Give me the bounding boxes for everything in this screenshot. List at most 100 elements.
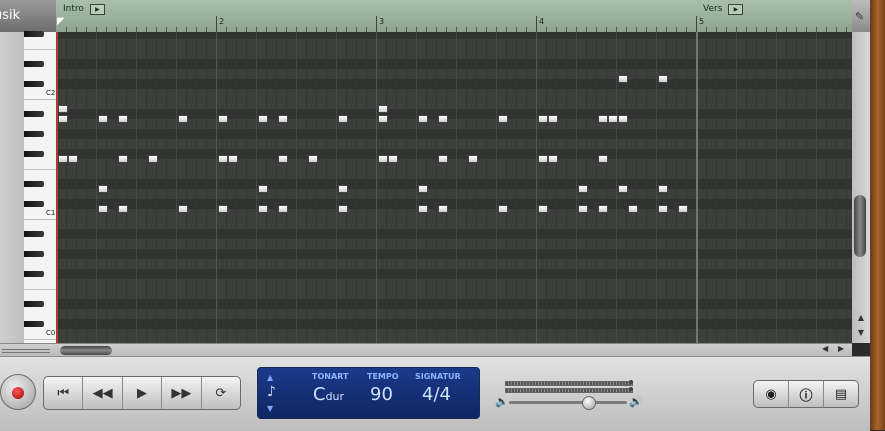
ruler-corner[interactable]: ✎ [852,0,870,32]
media-browser-button[interactable]: ▤ [824,381,858,407]
midi-note[interactable] [658,185,668,193]
midi-note[interactable] [628,205,638,213]
midi-note[interactable] [598,115,608,123]
midi-note[interactable] [578,185,588,193]
black-key[interactable] [24,301,44,307]
midi-note[interactable] [438,115,448,123]
midi-note[interactable] [438,155,448,163]
midi-note[interactable] [438,205,448,213]
black-key[interactable] [24,111,44,117]
midi-note[interactable] [218,205,228,213]
midi-note[interactable] [498,115,508,123]
fast-forward-button[interactable]: ▶▶ [162,377,202,409]
loop-browser-button[interactable]: ◉ [754,381,789,407]
midi-note[interactable] [498,205,508,213]
black-key[interactable] [24,231,44,237]
vertical-scroll-thumb[interactable] [854,195,866,257]
play-icon[interactable]: ▶ [89,3,105,15]
midi-note[interactable] [678,205,688,213]
midi-note[interactable] [618,185,628,193]
midi-note[interactable] [378,115,388,123]
master-volume-slider[interactable] [509,401,627,404]
midi-note[interactable] [538,205,548,213]
lcd-mode-arrows-icon[interactable]: ▲ [267,373,273,382]
section-vers[interactable]: Vers ▶ [703,3,744,15]
midi-note[interactable] [218,155,228,163]
midi-note[interactable] [58,155,68,163]
midi-note[interactable] [258,205,268,213]
midi-note[interactable] [148,155,158,163]
midi-note[interactable] [538,155,548,163]
play-icon[interactable]: ▶ [728,3,744,15]
black-key[interactable] [24,271,44,277]
skip-to-start-button[interactable]: ⏮ [44,377,84,409]
scroll-up-icon[interactable]: ▲ [855,313,867,323]
black-key[interactable] [24,151,44,157]
black-key[interactable] [24,131,44,137]
midi-note[interactable] [118,115,128,123]
midi-note[interactable] [618,75,628,83]
midi-note[interactable] [378,105,388,113]
midi-note[interactable] [68,155,78,163]
midi-note[interactable] [388,155,398,163]
record-button[interactable] [0,374,36,410]
black-key[interactable] [24,81,44,87]
master-volume-knob[interactable] [582,396,596,410]
rewind-button[interactable]: ◀◀ [83,377,123,409]
midi-note[interactable] [98,185,108,193]
scroll-left-icon[interactable]: ◀ [822,344,828,353]
cycle-button[interactable]: ⟳ [202,377,240,409]
midi-note[interactable] [608,115,618,123]
midi-note[interactable] [548,155,558,163]
midi-note[interactable] [178,115,188,123]
timeline-ruler[interactable]: Intro ▶ Vers ▶ 2 3 4 5 ◤ [56,0,852,33]
key-value[interactable]: Cdur [313,384,344,405]
black-key[interactable] [24,61,44,67]
midi-note[interactable] [228,155,238,163]
midi-note[interactable] [418,185,428,193]
pencil-icon[interactable]: ✎ [855,10,864,23]
midi-note[interactable] [578,205,588,213]
scroll-down-icon[interactable]: ▼ [855,328,867,338]
playhead-line[interactable] [56,32,58,343]
vertical-scrollbar[interactable]: ▲ ▼ [852,32,870,343]
midi-note[interactable] [598,205,608,213]
midi-note[interactable] [548,115,558,123]
tempo-value[interactable]: 90 [370,384,393,405]
midi-note[interactable] [278,115,288,123]
midi-note[interactable] [58,115,68,123]
midi-note[interactable] [418,115,428,123]
midi-note[interactable] [118,155,128,163]
midi-note[interactable] [338,185,348,193]
midi-note[interactable] [658,75,668,83]
midi-note[interactable] [658,205,668,213]
midi-note[interactable] [58,105,68,113]
black-key[interactable] [24,31,44,37]
horizontal-scrollbar[interactable]: ◀ ▶ [56,343,852,357]
horizontal-scroll-thumb[interactable] [60,346,112,355]
midi-note[interactable] [98,205,108,213]
midi-note[interactable] [538,115,548,123]
midi-note[interactable] [378,155,388,163]
section-intro[interactable]: Intro ▶ [63,3,105,15]
midi-note[interactable] [278,205,288,213]
info-button[interactable]: ⓘ [789,381,824,407]
midi-note[interactable] [418,205,428,213]
lcd-mode-down-icon[interactable]: ▼ [267,404,273,413]
midi-note[interactable] [338,205,348,213]
midi-note[interactable] [258,185,268,193]
black-key[interactable] [24,251,44,257]
scroll-right-icon[interactable]: ▶ [838,344,844,353]
playhead-icon[interactable]: ◤ [57,17,65,27]
midi-note[interactable] [308,155,318,163]
black-key[interactable] [24,201,44,207]
midi-note[interactable] [468,155,478,163]
midi-note[interactable] [218,115,228,123]
black-key[interactable] [24,321,44,327]
midi-note[interactable] [258,115,268,123]
midi-note[interactable] [118,205,128,213]
midi-note[interactable] [598,155,608,163]
midi-note[interactable] [338,115,348,123]
piano-roll-grid[interactable] [56,32,852,343]
lcd-display[interactable]: ▲ ♪ ▼ TONART Cdur TEMPO 90 SIGNATUR 4/4 [257,367,480,419]
